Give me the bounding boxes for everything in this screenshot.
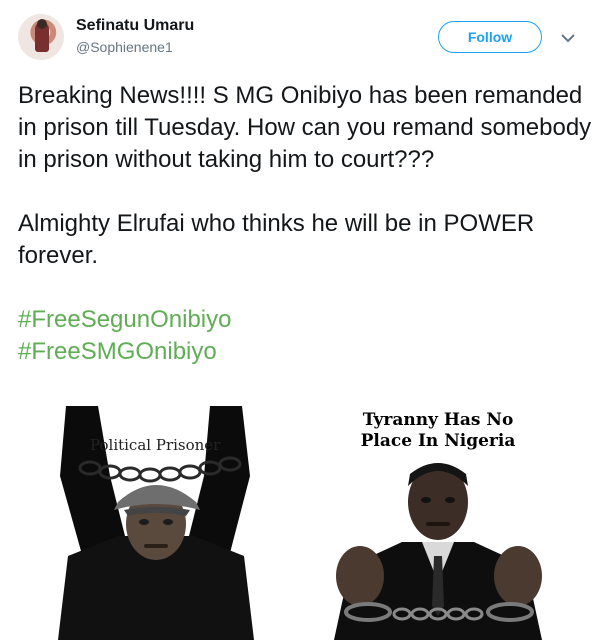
media-caption: Political Prisoner (90, 436, 221, 454)
caption-line: Place In Nigeria (360, 431, 516, 451)
avatar-head (37, 19, 47, 29)
caption-line: Tyranny Has No (362, 410, 514, 430)
hashtag-link[interactable]: #FreeSegunOnibiyo (18, 304, 598, 336)
tweet-paragraph: Almighty Elrufai who thinks he will be i… (18, 210, 535, 269)
display-name[interactable]: Sefinatu Umaru (76, 17, 194, 35)
media-photo-political-prisoner[interactable]: Political Prisoner (18, 406, 294, 640)
media-caption: Tyranny Has No Place In Nigeria (298, 410, 578, 452)
hashtag-link[interactable]: #FreeSMGOnibiyo (18, 336, 598, 368)
avatar[interactable] (18, 14, 64, 60)
tweet-media[interactable]: Political Prisoner Tyranny Has No Place … (18, 406, 578, 640)
chevron-down-icon[interactable] (558, 28, 578, 48)
tweet-paragraph: Breaking News!!!! S MG Onibiyo has been … (18, 82, 592, 173)
tweet-header: Sefinatu Umaru @Sophienene1 Follow (0, 0, 609, 70)
user-handle[interactable]: @Sophienene1 (76, 39, 173, 55)
media-photo-tyranny[interactable]: Tyranny Has No Place In Nigeria (298, 406, 578, 640)
follow-button[interactable]: Follow (438, 21, 542, 53)
tweet-text: Breaking News!!!! S MG Onibiyo has been … (18, 80, 598, 368)
